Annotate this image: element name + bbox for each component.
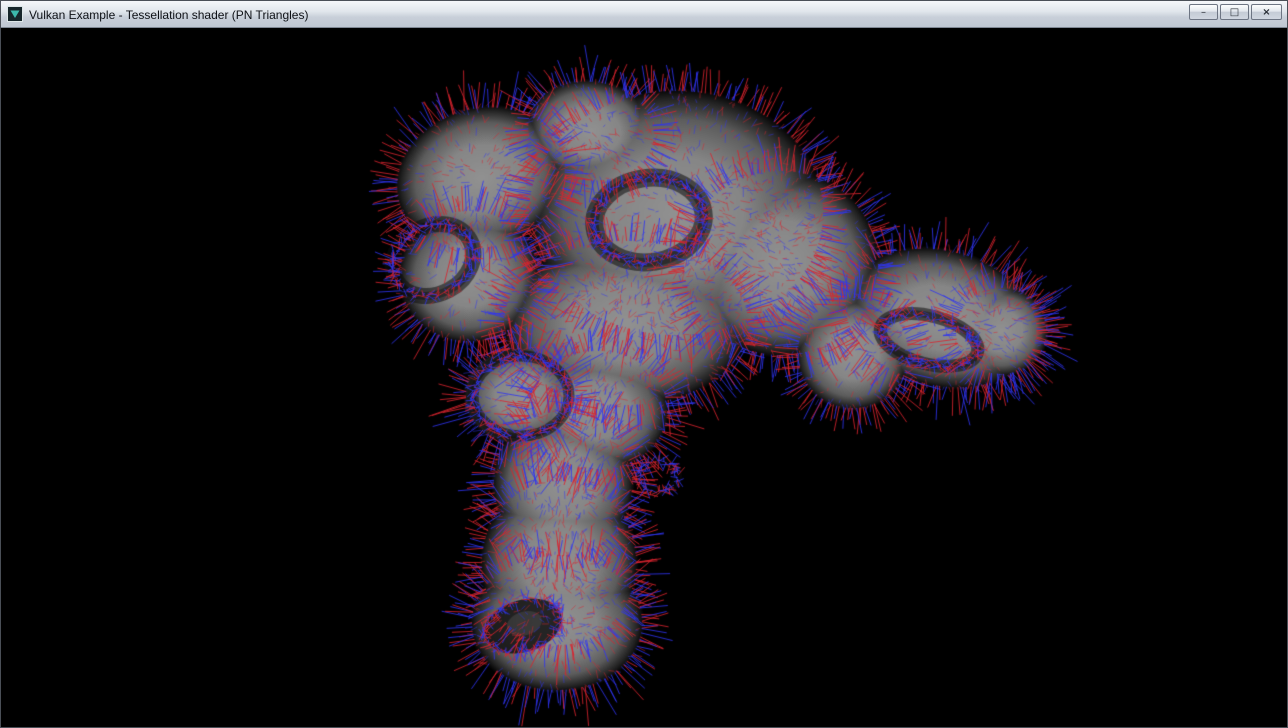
titlebar[interactable]: Vulkan Example - Tessellation shader (PN… [1, 1, 1287, 28]
render-viewport [1, 28, 1287, 727]
window-title: Vulkan Example - Tessellation shader (PN… [29, 7, 308, 22]
window-controls: – □ × [1189, 4, 1282, 20]
close-button[interactable]: × [1251, 4, 1282, 20]
app-window: Vulkan Example - Tessellation shader (PN… [0, 0, 1288, 728]
minimize-button[interactable]: – [1189, 4, 1218, 20]
maximize-button[interactable]: □ [1220, 4, 1249, 20]
window-icon [7, 6, 23, 22]
render-canvas[interactable] [1, 28, 1287, 727]
